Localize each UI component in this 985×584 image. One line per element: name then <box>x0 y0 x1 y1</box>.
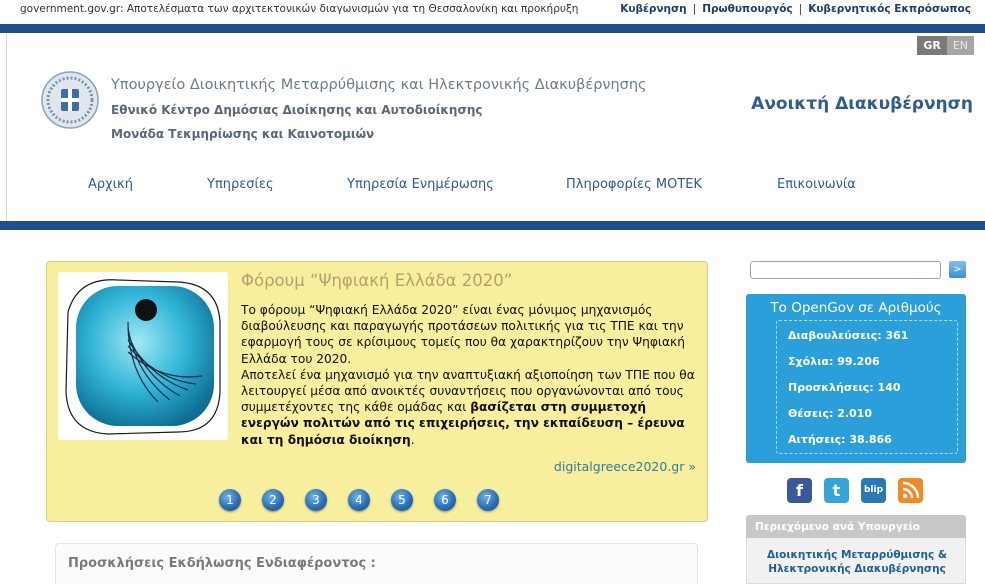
feature-slider: Φόρουμ “Ψηφιακή Ελλάδα 2020” Το φόρουμ “… <box>46 261 708 522</box>
ministry-content-header: Περιεχόμενο ανά Υπουργείο <box>746 515 966 538</box>
slider-pager: 1 2 3 4 5 6 7 <box>219 489 520 511</box>
link-spokesman[interactable]: Κυβερνητικός Εκπρόσωπος <box>808 3 971 15</box>
nav-motek-info[interactable]: Πληροφορίες ΜΟΤΕΚ <box>566 177 702 192</box>
stats-calls[interactable]: Προσκλήσεις: 140 <box>788 381 901 394</box>
nav-news-service[interactable]: Υπηρεσία Ενημέρωσης <box>347 177 494 192</box>
language-switcher: GR EN <box>917 36 974 55</box>
calls-panel: Προσκλήσεις Εκδήλωσης Ενδιαφέροντος : <box>55 543 698 584</box>
feature-more-link[interactable]: digitalgreece2020.gr » <box>554 459 696 474</box>
lang-gr-button[interactable]: GR <box>917 36 947 55</box>
pager-dot-3[interactable]: 3 <box>305 489 327 511</box>
feature-paragraph-1: Το φόρουμ “Ψηφιακή Ελλάδα 2020” είναι έν… <box>241 303 685 366</box>
main-nav: Αρχική Υπηρεσίες Υπηρεσία Ενημέρωσης Πλη… <box>0 177 985 195</box>
ministry-content-item-line2: Ηλεκτρονικής Διακυβέρνησης <box>768 563 946 575</box>
nav-home[interactable]: Αρχική <box>88 177 133 192</box>
ministry-content-body: Διοικητικής Μεταρρύθμισης & Ηλεκτρονικής … <box>746 538 966 584</box>
pager-dot-4[interactable]: 4 <box>348 489 370 511</box>
greek-seal-logo[interactable] <box>40 70 100 130</box>
pager-dot-5[interactable]: 5 <box>391 489 413 511</box>
unit-subtitle: Μονάδα Τεκμηρίωσης και Καινοτομιών <box>111 127 375 141</box>
stats-comments[interactable]: Σχόλια: 99.206 <box>788 355 880 368</box>
search-input[interactable] <box>750 261 941 279</box>
nav-services[interactable]: Υπηρεσίες <box>207 177 274 192</box>
stats-box: Το OpenGov σε Αριθμούς Διαβουλεύσεις: 36… <box>746 294 966 463</box>
ministry-title[interactable]: Υπουργείο Διοικητικής Μεταρρύθμισης και … <box>111 77 647 93</box>
nav-contact[interactable]: Επικοινωνία <box>777 177 856 192</box>
feature-image[interactable] <box>58 272 228 440</box>
search-button[interactable]: > <box>949 261 966 278</box>
top-links: Κυβέρνηση | Πρωθυπουργός | Κυβερνητικός Εκπρ… <box>620 3 971 15</box>
calls-title: Προσκλήσεις Εκδήλωσης Ενδιαφέροντος : <box>68 556 376 571</box>
twitter-icon[interactable]: t <box>824 478 849 503</box>
stats-consultations[interactable]: Διαβουλεύσεις: 361 <box>788 329 908 342</box>
ministry-content-item[interactable]: Διοικητικής Μεταρρύθμισης & Ηλεκτρονικής … <box>747 548 967 576</box>
stats-positions[interactable]: Θέσεις: 2.010 <box>788 407 872 420</box>
top-bar: government.gov.gr: Αποτελέσματα των αρχι… <box>0 0 985 24</box>
top-news-link[interactable]: government.gov.gr: Αποτελέσματα των αρχι… <box>20 3 578 15</box>
lang-en-button[interactable]: EN <box>946 36 974 55</box>
pager-dot-1[interactable]: 1 <box>219 489 241 511</box>
blip-icon[interactable]: blip <box>861 478 886 503</box>
link-prime-minister[interactable]: Πρωθυπουργός <box>702 3 792 15</box>
pager-dot-7[interactable]: 7 <box>477 489 499 511</box>
facebook-icon[interactable]: f <box>787 478 812 503</box>
ministry-content-item-line1: Διοικητικής Μεταρρύθμισης & <box>766 549 948 561</box>
header-band-bottom <box>0 221 985 230</box>
header-band-top <box>0 24 985 33</box>
feature-title[interactable]: Φόρουμ “Ψηφιακή Ελλάδα 2020” <box>241 271 512 290</box>
rss-icon[interactable] <box>898 478 923 503</box>
stats-title: Το OpenGov σε Αριθμούς <box>770 300 942 316</box>
pager-dot-6[interactable]: 6 <box>434 489 456 511</box>
stats-list: Διαβουλεύσεις: 361 Σχόλια: 99.206 Προσκλ… <box>776 320 958 454</box>
feature-body: Το φόρουμ “Ψηφιακή Ελλάδα 2020” είναι έν… <box>241 302 701 448</box>
link-government[interactable]: Κυβέρνηση <box>620 3 686 15</box>
stats-applications[interactable]: Αιτήσεις: 38.866 <box>788 433 892 446</box>
opengov-title[interactable]: Ανοικτή Διακυβέρνηση <box>751 94 973 114</box>
feature-paragraph-2-end: . <box>410 432 415 447</box>
center-subtitle: Εθνικό Κέντρο Δημόσιας Διοίκησης και Αυτ… <box>111 103 483 117</box>
pager-dot-2[interactable]: 2 <box>262 489 284 511</box>
